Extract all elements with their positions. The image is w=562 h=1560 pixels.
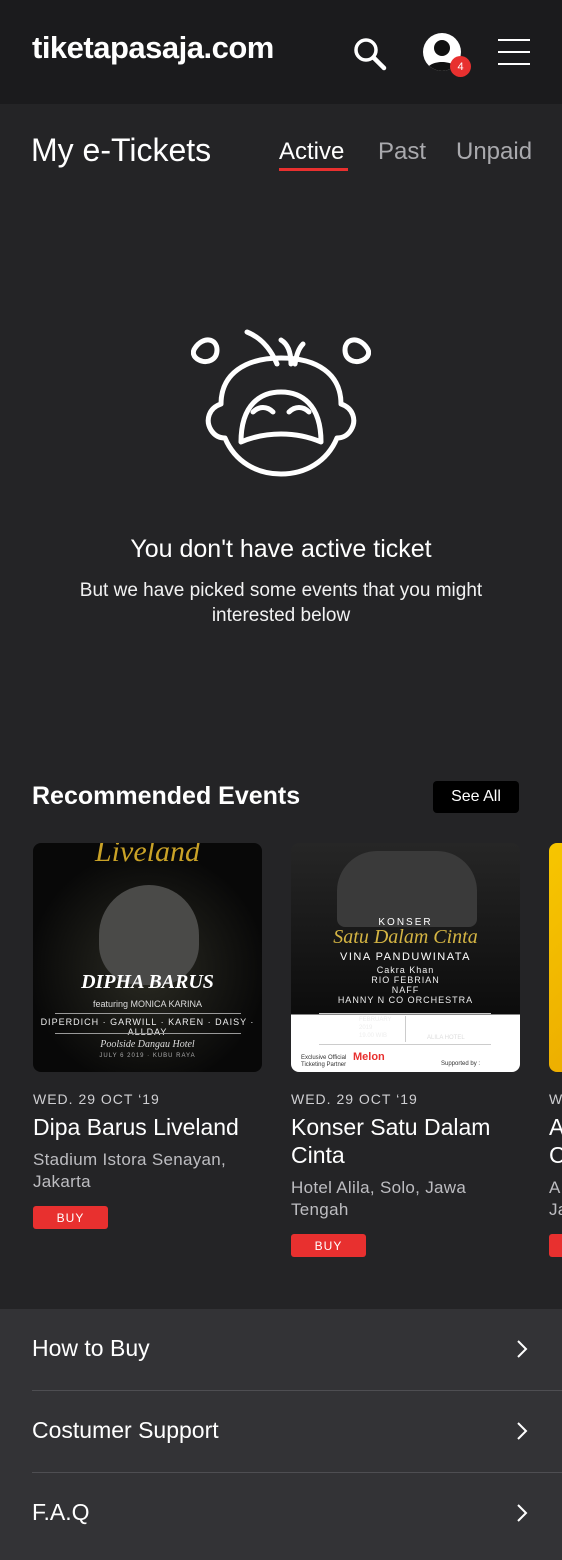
page-title: My e-Tickets — [31, 132, 212, 168]
empty-state-title: You don't have active ticket — [130, 535, 432, 563]
buy-button[interactable]: BUY — [291, 1234, 366, 1257]
poster-date-box: 23 FEBRUARY 2019 19.00 WIB SOLO ALILA HO… — [319, 1013, 491, 1045]
footer-link-label: Costumer Support — [32, 1417, 219, 1443]
event-venue: Stadium Istora Senayan, Jakarta — [33, 1150, 227, 1191]
poster-when: JULY 6 2019 · KUBU RAYA — [99, 1053, 196, 1059]
poster-divider — [405, 1016, 406, 1042]
hamburger-menu-icon[interactable] — [498, 38, 530, 66]
poster-divider — [55, 1013, 241, 1014]
event-date: WED. 29 OCT ‘19 — [33, 1091, 160, 1107]
tab-active[interactable]: Active — [279, 138, 344, 166]
poster-supported-by: Supported by : — [441, 1061, 481, 1067]
chevron-right-icon — [514, 1503, 530, 1523]
event-date: W — [549, 1091, 562, 1107]
event-venue: Hotel Alila, Solo, Jawa Tengah — [291, 1178, 467, 1219]
poster-headliner: VINA PANDUWINATA — [340, 951, 471, 963]
poster-city: SOLO — [419, 1014, 473, 1035]
footer-link-customer-support[interactable]: Costumer Support — [32, 1391, 562, 1473]
event-name[interactable]: A C — [549, 1113, 562, 1169]
footer-link-faq[interactable]: F.A.Q — [32, 1473, 562, 1555]
event-poster[interactable]: Liveland DIPHA BARUS featuring MONICA KA… — [33, 843, 262, 1072]
poster-artist: DIPHA BARUS — [81, 971, 214, 993]
buy-button[interactable]: BUY — [33, 1206, 108, 1229]
footer-links: How to Buy Costumer Support F.A.Q — [0, 1309, 562, 1560]
search-icon[interactable] — [352, 36, 388, 72]
tab-past[interactable]: Past — [378, 138, 426, 166]
footer-link-how-to-buy[interactable]: How to Buy — [32, 1309, 562, 1391]
poster-month: FEBRUARY — [359, 1017, 392, 1023]
poster-partner-text: Exclusive Official Ticketing Partner — [301, 1055, 347, 1068]
poster-headline: Liveland — [95, 843, 200, 868]
poster-divider — [55, 1033, 241, 1034]
see-all-button[interactable]: See All — [433, 781, 519, 813]
event-name[interactable]: Dipa Barus Liveland — [33, 1113, 262, 1141]
artist-photo — [337, 851, 477, 927]
poster-guest: HANNY N CO ORCHESTRA — [337, 995, 474, 1005]
poster-guests: Cakra Khan RIO FEBRIAN NAFF HANNY N CO O… — [291, 965, 520, 1005]
poster-guest: NAFF — [391, 985, 420, 995]
tab-active-underline — [279, 168, 348, 171]
poster-title: Satu Dalam Cinta — [333, 926, 478, 948]
poster-guest: Cakra Khan — [376, 965, 435, 975]
site-logo[interactable]: tiketapasaja.com — [32, 30, 274, 66]
poster-guest: RIO FEBRIAN — [371, 975, 440, 985]
empty-state-subtitle: But we have picked some events that you … — [79, 580, 483, 626]
event-poster[interactable]: KONSER Satu Dalam Cinta VINA PANDUWINATA… — [291, 843, 520, 1072]
recommended-title: Recommended Events — [32, 782, 301, 810]
event-card[interactable]: W A C A Ja — [549, 843, 562, 1257]
footer-link-label: F.A.Q — [32, 1499, 90, 1525]
event-card[interactable]: KONSER Satu Dalam Cinta VINA PANDUWINATA… — [291, 843, 520, 1257]
event-name[interactable]: Konser Satu Dalam Cinta — [291, 1113, 520, 1169]
poster-featuring: featuring MONICA KARINA — [92, 999, 203, 1009]
crying-face-icon — [190, 324, 372, 484]
poster-month-block: FEBRUARY 2019 19.00 WIB — [359, 1016, 392, 1040]
notification-badge[interactable]: 4 — [450, 56, 471, 77]
poster-partner-logo: Melon — [353, 1051, 385, 1063]
event-date: WED. 29 OCT ‘19 — [291, 1091, 418, 1107]
poster-year: 2019 — [359, 1025, 373, 1031]
event-venue: A Ja — [549, 1178, 562, 1219]
artist-photo — [99, 885, 199, 985]
event-card-peek-clip: W A C A Ja — [549, 843, 562, 1263]
tab-unpaid[interactable]: Unpaid — [456, 138, 532, 166]
buy-button[interactable] — [549, 1234, 562, 1257]
poster-guests: DIPERDICH · GARWILL · KAREN · DAISY · AL… — [40, 1017, 255, 1037]
top-header: tiketapasaja.com 4 — [0, 0, 562, 104]
poster-day: 23 — [325, 1014, 353, 1042]
event-card[interactable]: Liveland DIPHA BARUS featuring MONICA KA… — [33, 843, 262, 1229]
footer-link-label: How to Buy — [32, 1335, 150, 1361]
poster-venue: Poolside Dangau Hotel — [100, 1039, 195, 1050]
poster-time: 19.00 WIB — [359, 1033, 388, 1039]
event-poster[interactable] — [549, 843, 562, 1072]
chevron-right-icon — [514, 1339, 530, 1359]
chevron-right-icon — [514, 1421, 530, 1441]
poster-hotel: ALILA HOTEL — [427, 1035, 465, 1041]
